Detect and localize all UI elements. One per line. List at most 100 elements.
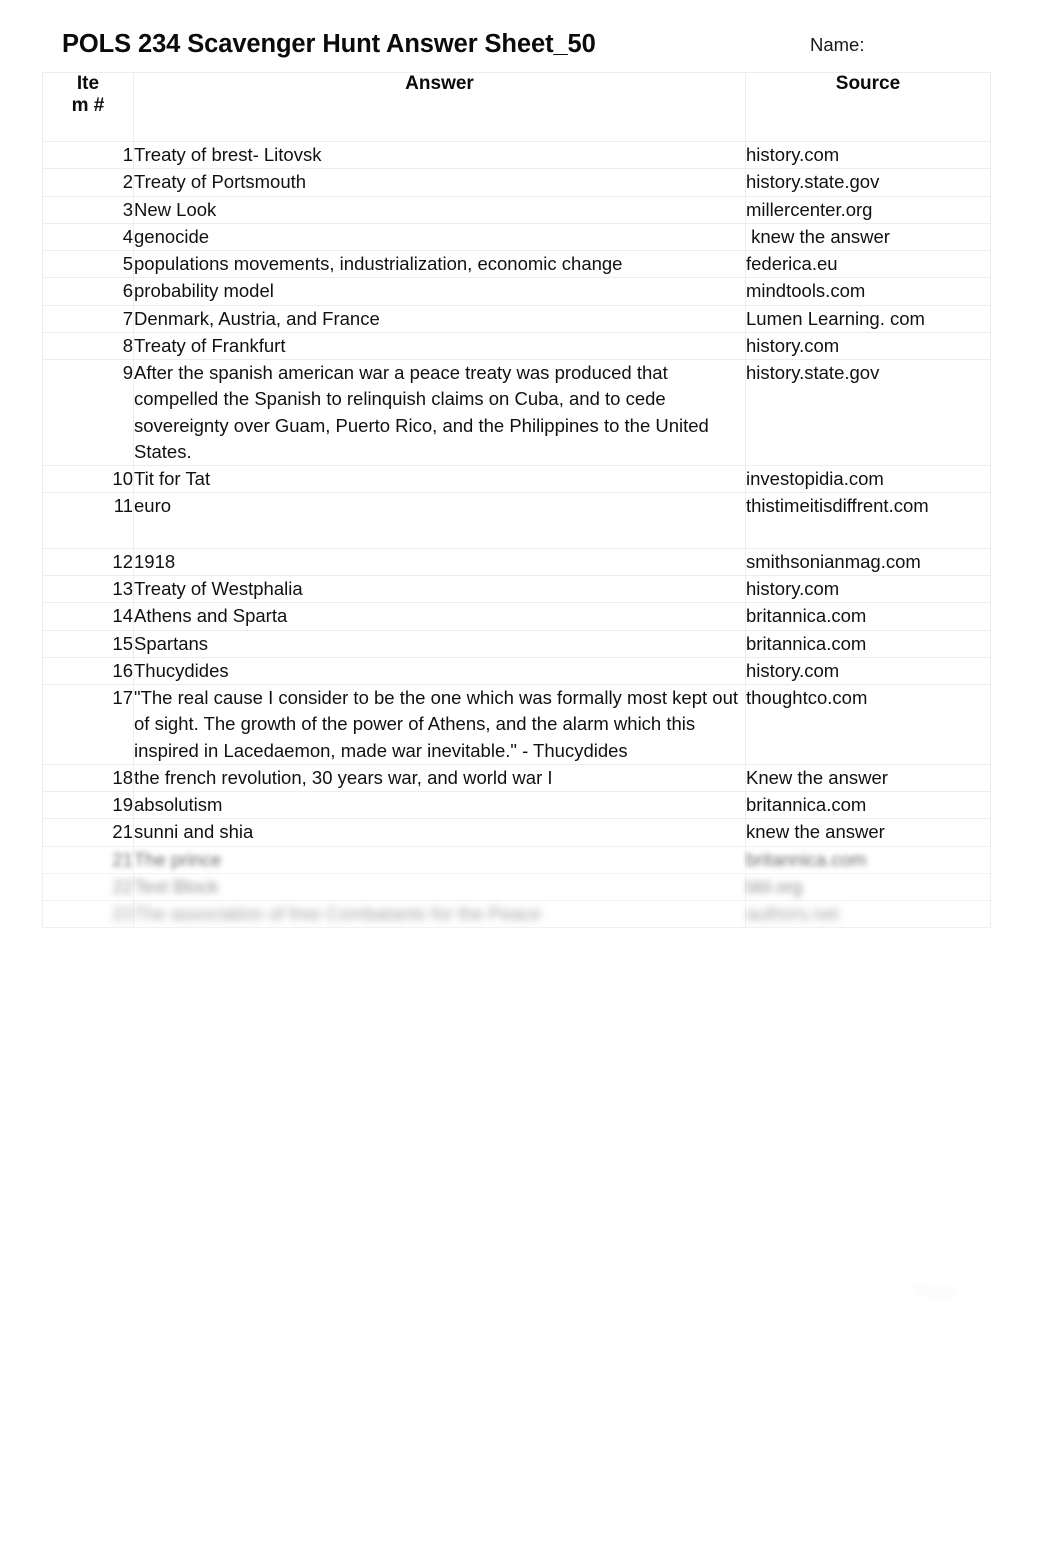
cell-source[interactable]: britannica.com: [745, 845, 991, 874]
cell-source[interactable]: authors.net: [745, 900, 991, 929]
cell-source[interactable]: history.state.gov: [745, 359, 991, 467]
cell-source[interactable]: millercenter.org: [745, 195, 991, 224]
cell-item-number: 16: [42, 656, 134, 686]
cell-source[interactable]: smithsonianmag.com: [745, 547, 991, 576]
cell-source[interactable]: history.state.gov: [745, 168, 991, 197]
table-row: 19 absolutism britannica.com: [42, 791, 991, 820]
cell-answer[interactable]: absolutism: [133, 791, 746, 820]
cell-answer[interactable]: Thucydides: [133, 656, 746, 686]
cell-item-number: 18: [42, 763, 134, 793]
cell-source[interactable]: mindtools.com: [745, 277, 991, 306]
cell-answer[interactable]: Treaty of Portsmouth: [133, 168, 746, 197]
table-row: 4 genocide knew the answer: [42, 222, 991, 252]
cell-answer[interactable]: the french revolution, 30 years war, and…: [133, 763, 746, 793]
table-row: 14 Athens and Sparta britannica.com: [42, 602, 991, 631]
cell-answer[interactable]: Denmark, Austria, and France: [133, 304, 746, 333]
cell-answer[interactable]: populations movements, industrialization…: [133, 250, 746, 279]
cell-source[interactable]: britannica.com: [745, 602, 991, 631]
cell-source[interactable]: knew the answer: [745, 818, 991, 847]
cell-answer[interactable]: Treaty of Frankfurt: [133, 331, 746, 361]
cell-answer[interactable]: After the spanish american war a peace t…: [133, 359, 746, 467]
cell-source[interactable]: britannica.com: [745, 791, 991, 820]
cell-item-number: 12: [42, 547, 134, 576]
table-row: 10 Tit for Tat investopidia.com: [42, 465, 991, 494]
cell-item-number: 10: [42, 465, 134, 494]
cell-item-number: 23: [42, 900, 134, 929]
table-row: 5 populations movements, industrializatio…: [42, 250, 991, 279]
cell-source[interactable]: Lumen Learning. com: [745, 304, 991, 333]
table-row: 1 Treaty of brest- Litovsk history.com: [42, 140, 991, 170]
cell-item-number: 9: [42, 359, 134, 467]
cell-answer[interactable]: Text Block: [133, 872, 746, 902]
cell-answer[interactable]: probability model: [133, 277, 746, 306]
name-field-label: Name:: [810, 34, 865, 55]
cell-source[interactable]: knew the answer: [745, 222, 991, 252]
cell-item-number: 3: [42, 195, 134, 224]
table-row: 3 New Look millercenter.org: [42, 195, 991, 224]
cell-source[interactable]: thoughtco.com: [745, 684, 991, 765]
answer-table-container: Ite m # Answer Source 1 Treaty of brest- …: [42, 72, 991, 929]
cell-answer[interactable]: The prince: [133, 845, 746, 874]
table-row: 15 Spartans britannica.com: [42, 629, 991, 658]
cell-item-number: 21: [42, 818, 134, 847]
cell-item-number: 2: [42, 168, 134, 197]
cell-answer[interactable]: "The real cause I consider to be the one…: [133, 684, 746, 765]
table-row: 7 Denmark, Austria, and France Lumen Learn…: [42, 304, 991, 333]
cell-source[interactable]: thistimeitisdiffrent.com: [745, 492, 991, 549]
cell-answer[interactable]: 1918: [133, 547, 746, 576]
table-row: 13 Treaty of Westphalia history.com: [42, 574, 991, 604]
table-row: 16 Thucydides history.com: [42, 656, 991, 686]
table-row: 12 1918 smithsonianmag.com: [42, 547, 991, 576]
page-title: POLS 234 Scavenger Hunt Answer Sheet_50: [62, 30, 596, 58]
cell-source[interactable]: history.com: [745, 331, 991, 361]
table-row: 21 The prince britannica.com: [42, 845, 991, 874]
page-number: Page: [915, 1283, 955, 1302]
table-row: 9 After the spanish american war a peace …: [42, 359, 991, 467]
cell-item-number: 22: [42, 872, 134, 902]
cell-item-number: 13: [42, 574, 134, 604]
table-row: 8 Treaty of Frankfurt history.com: [42, 331, 991, 361]
cell-answer[interactable]: Treaty of Westphalia: [133, 574, 746, 604]
cell-item-number: 15: [42, 629, 134, 658]
table-row: 18 the french revolution, 30 years war, a…: [42, 763, 991, 793]
column-header-item-line1: Ite: [76, 73, 100, 94]
cell-source[interactable]: history.com: [745, 656, 991, 686]
column-header-answer: Answer: [133, 72, 746, 142]
cell-item-number: 14: [42, 602, 134, 631]
cell-answer[interactable]: The association of free Combatants for t…: [133, 900, 746, 929]
cell-item-number: 1: [42, 140, 134, 170]
cell-source[interactable]: bbl.org: [745, 872, 991, 902]
cell-item-number: 6: [42, 277, 134, 306]
cell-item-number: 7: [42, 304, 134, 333]
table-row: 23 The association of free Combatants for…: [42, 900, 991, 929]
cell-item-number: 17: [42, 684, 134, 765]
cell-answer[interactable]: Athens and Sparta: [133, 602, 746, 631]
cell-source[interactable]: Knew the answer: [745, 763, 991, 793]
cell-source[interactable]: investopidia.com: [745, 465, 991, 494]
cell-source[interactable]: federica.eu: [745, 250, 991, 279]
table-row: 21 sunni and shia knew the answer: [42, 818, 991, 847]
cell-answer[interactable]: sunni and shia: [133, 818, 746, 847]
document-header: POLS 234 Scavenger Hunt Answer Sheet_50 …: [0, 30, 1062, 72]
table-row: 2 Treaty of Portsmouth history.state.gov: [42, 168, 991, 197]
cell-answer[interactable]: Tit for Tat: [133, 465, 746, 494]
cell-source[interactable]: britannica.com: [745, 629, 991, 658]
column-header-item-line2: m #: [71, 95, 105, 117]
answer-table: Ite m # Answer Source 1 Treaty of brest- …: [42, 72, 991, 929]
cell-answer[interactable]: genocide: [133, 222, 746, 252]
cell-answer[interactable]: New Look: [133, 195, 746, 224]
cell-item-number: 5: [42, 250, 134, 279]
column-header-item: Ite m #: [42, 72, 134, 142]
cell-source[interactable]: history.com: [745, 140, 991, 170]
table-row: 22 Text Block bbl.org: [42, 872, 991, 902]
table-header-row: Ite m # Answer Source: [42, 72, 991, 142]
cell-answer[interactable]: Spartans: [133, 629, 746, 658]
cell-source[interactable]: history.com: [745, 574, 991, 604]
column-header-source: Source: [745, 72, 991, 142]
answer-table-body: 1 Treaty of brest- Litovsk history.com 2 Tre…: [42, 140, 991, 929]
cell-answer[interactable]: Treaty of brest- Litovsk: [133, 140, 746, 170]
table-row: 11 euro thistimeitisdiffrent.com: [42, 492, 991, 549]
table-row: 17 "The real cause I consider to be the o…: [42, 684, 991, 765]
cell-answer[interactable]: euro: [133, 492, 746, 549]
cell-item-number: 21: [42, 845, 134, 874]
